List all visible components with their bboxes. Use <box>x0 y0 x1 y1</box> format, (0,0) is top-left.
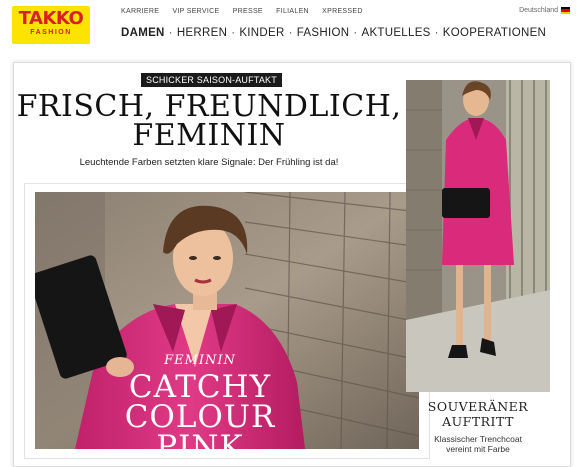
meta-link-filialen[interactable]: FILIALEN <box>276 8 309 15</box>
side-title-line-1: SOUVERÄNER <box>427 399 529 414</box>
nav-item-herren[interactable]: HERREN <box>177 27 227 39</box>
meta-navigation: KARRIERE VIP SERVICE PRESSE FILIALEN XPR… <box>121 8 374 15</box>
hero-caption-large: CATCHY COLOUR PINK <box>50 369 350 465</box>
page-subline: Leuchtende Farben setzten klare Signale:… <box>79 157 339 168</box>
side-teaser-subline: Klassischer Trenchcoat vereint mit Farbe <box>406 434 550 454</box>
side-title-line-2: AUFTRITT <box>442 414 514 429</box>
side-sub-line-2: vereint mit Farbe <box>446 444 510 454</box>
nav-item-damen[interactable]: DAMEN <box>121 27 165 39</box>
nav-separator: · <box>353 27 358 39</box>
headline-line-1: FRISCH, FREUNDLICH, <box>16 89 402 124</box>
nav-separator: · <box>231 27 236 39</box>
hero-caption-line-1: CATCHY COLOUR <box>124 369 276 435</box>
hero-caption-small: FEMININ <box>164 353 236 368</box>
side-sub-line-1: Klassischer Trenchcoat <box>434 434 522 444</box>
nav-item-kinder[interactable]: KINDER <box>239 27 284 39</box>
page-headline: FRISCH, FREUNDLICH, FEMININ <box>14 89 404 153</box>
nav-separator: · <box>434 27 439 39</box>
nav-separator: · <box>288 27 293 39</box>
logo-wordmark: TAKKO <box>18 8 84 29</box>
side-photo <box>406 80 550 392</box>
nav-item-kooperationen[interactable]: KOOPERATIONEN <box>443 27 546 39</box>
meta-link-vip-service[interactable]: VIP SERVICE <box>172 8 219 15</box>
meta-link-xpressed[interactable]: XPRESSED <box>322 8 363 15</box>
nav-item-fashion[interactable]: FASHION <box>297 27 350 39</box>
nav-item-aktuelles[interactable]: AKTUELLES <box>361 27 430 39</box>
nav-separator: · <box>168 27 173 39</box>
germany-flag-icon[interactable] <box>561 7 570 14</box>
headline-line-2: FEMININ <box>132 118 286 153</box>
kicker-badge: SCHICKER SAISON-AUFTAKT <box>141 73 282 87</box>
side-teaser-title: SOUVERÄNER AUFTRITT <box>406 399 550 429</box>
meta-link-presse[interactable]: PRESSE <box>233 8 263 15</box>
site-header: TAKKO FASHION KARRIERE VIP SERVICE PRESS… <box>0 0 580 62</box>
meta-link-karriere[interactable]: KARRIERE <box>121 8 159 15</box>
language-selector[interactable]: Deutschland <box>519 7 558 14</box>
takko-logo[interactable]: TAKKO FASHION <box>12 6 90 44</box>
hero-caption-line-2: PINK <box>156 429 244 465</box>
side-teaser-image[interactable] <box>406 80 550 392</box>
logo-subline: FASHION <box>30 29 72 36</box>
main-navigation: DAMEN · HERREN · KINDER · FASHION · AKTUELLES · KO… <box>121 27 546 39</box>
